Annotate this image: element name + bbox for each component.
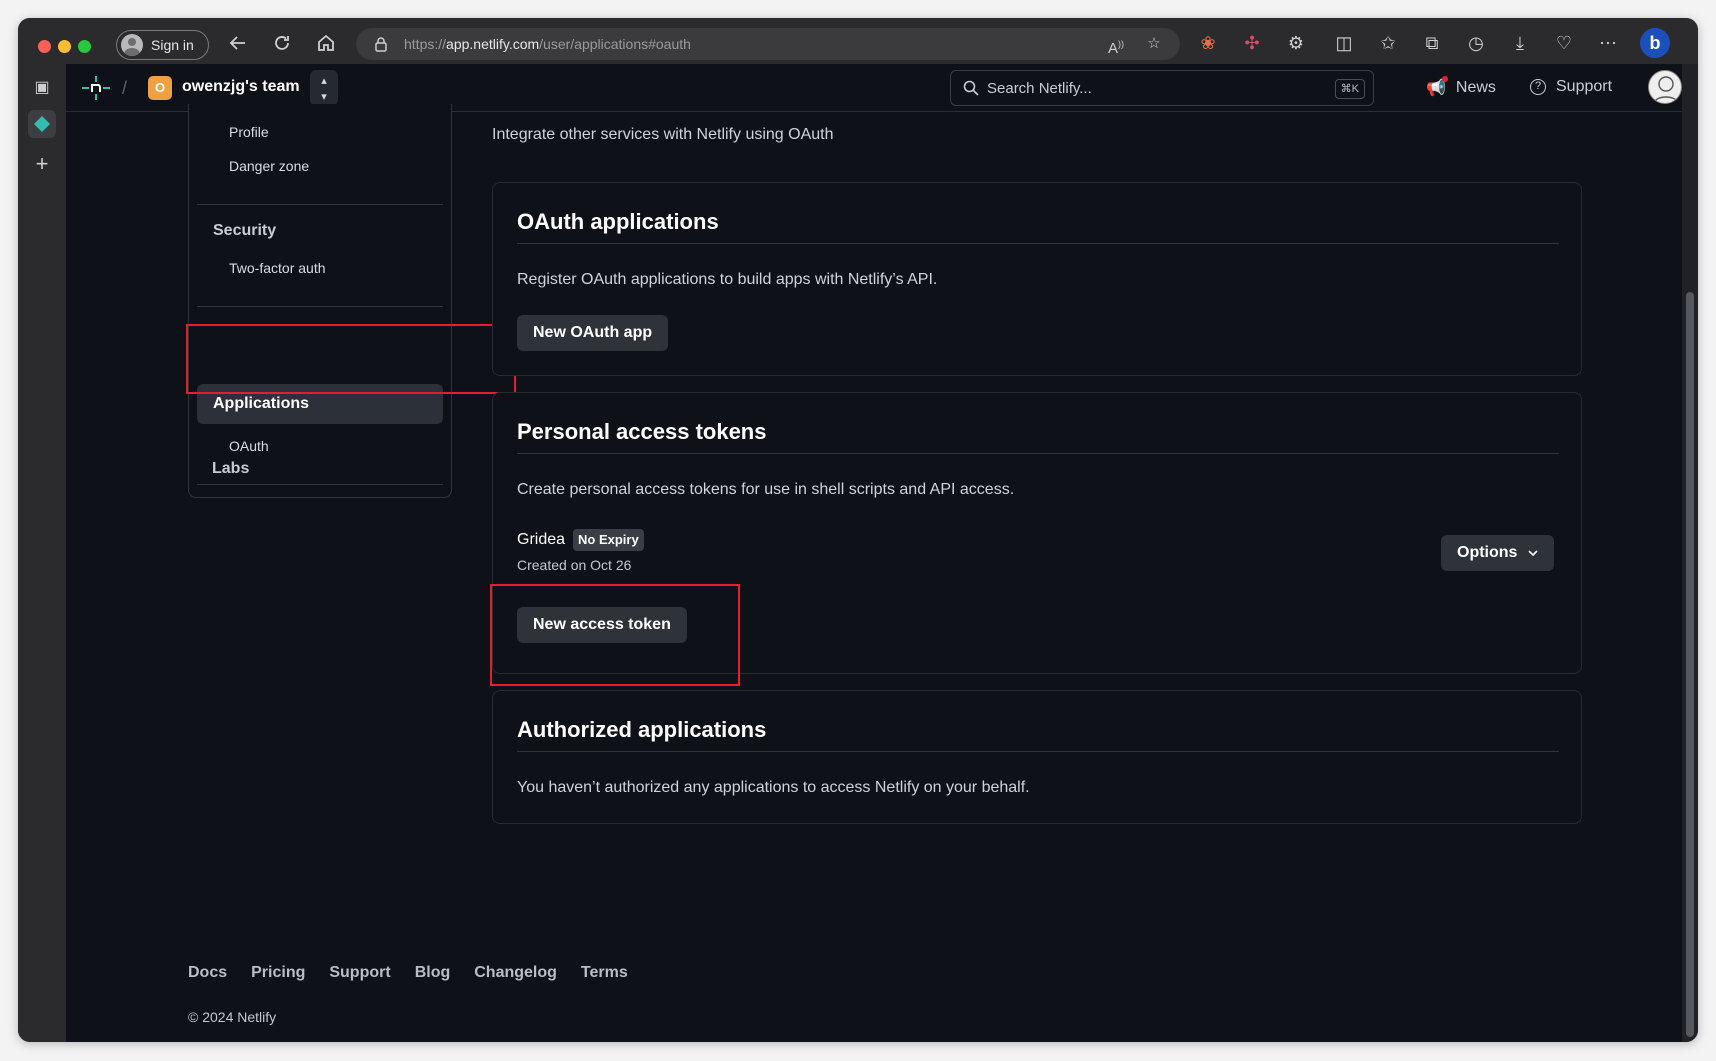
netlify-logo-icon[interactable] bbox=[80, 74, 112, 102]
search-input[interactable]: Search Netlify... ⌘K bbox=[950, 70, 1374, 106]
browser-essentials-icon[interactable]: ♡ bbox=[1552, 31, 1576, 55]
new-oauth-app-button[interactable]: New OAuth app bbox=[517, 315, 669, 351]
sidebar-divider bbox=[197, 484, 443, 485]
tab-actions-icon[interactable]: ▣ bbox=[28, 74, 56, 102]
annotation-highlight-applications bbox=[186, 324, 516, 394]
card-divider bbox=[517, 453, 1559, 454]
annotation-highlight-new-access-token bbox=[490, 584, 740, 686]
browser-window: Sign in https://app.netlify.com/user/app… bbox=[18, 18, 1698, 1042]
vertical-tab-strip: ▣ + bbox=[18, 64, 66, 1042]
footer-link-docs[interactable]: Docs bbox=[188, 964, 227, 982]
extensions-puzzle-icon[interactable]: ⚙ bbox=[1284, 31, 1308, 55]
user-avatar[interactable] bbox=[1648, 70, 1682, 104]
support-label: Support bbox=[1556, 78, 1613, 95]
sidebar-item-applications-label: Applications bbox=[213, 395, 310, 412]
close-window-button[interactable] bbox=[38, 40, 51, 53]
news-link[interactable]: 📢 News bbox=[1426, 76, 1496, 98]
token-expiry-badge: No Expiry bbox=[573, 529, 644, 551]
sidebar-item-labs[interactable]: Labs bbox=[212, 460, 249, 478]
personal-access-tokens-title: Personal access tokens bbox=[517, 419, 767, 444]
address-bar[interactable]: https://app.netlify.com/user/application… bbox=[356, 28, 1180, 60]
sign-in-label: Sign in bbox=[151, 37, 194, 53]
page-intro-text: Integrate other services with Netlify us… bbox=[492, 126, 834, 143]
help-circle-icon: ? bbox=[1530, 79, 1546, 95]
card-divider bbox=[517, 243, 1559, 244]
sidebar-divider bbox=[197, 306, 443, 307]
authorized-applications-card: Authorized applications You haven’t auth… bbox=[492, 690, 1582, 824]
page-scrollbar[interactable] bbox=[1682, 64, 1698, 1042]
support-link[interactable]: ? Support bbox=[1530, 78, 1612, 96]
chevron-down-icon bbox=[1528, 550, 1538, 557]
page-viewport: / O owenzjg's team ▴ ▾ Search Netlify... … bbox=[66, 64, 1682, 1042]
profile-avatar-icon bbox=[121, 34, 143, 56]
authorized-applications-description: You haven’t authorized any applications … bbox=[517, 779, 1030, 796]
footer-links: Docs Pricing Support Blog Changelog Term… bbox=[188, 964, 628, 982]
extension-tools-icon[interactable]: ✣ bbox=[1240, 31, 1264, 55]
team-avatar[interactable]: O bbox=[148, 76, 172, 100]
sidebar-item-security[interactable]: Security bbox=[213, 222, 276, 240]
sidebar-item-oauth[interactable]: OAuth bbox=[229, 438, 269, 454]
breadcrumb-separator: / bbox=[122, 78, 128, 98]
extension-icon[interactable]: ❀ bbox=[1196, 31, 1220, 55]
read-aloud-icon[interactable]: A)) bbox=[1104, 32, 1128, 57]
search-placeholder: Search Netlify... bbox=[987, 79, 1092, 97]
more-options-icon[interactable]: ⋯ bbox=[1596, 31, 1620, 55]
new-tab-plus-icon[interactable]: + bbox=[28, 150, 56, 178]
sidebar-divider bbox=[197, 204, 443, 205]
team-name[interactable]: owenzjg's team bbox=[182, 78, 300, 96]
netlify-tab-icon[interactable] bbox=[28, 110, 56, 138]
maximize-window-button[interactable] bbox=[78, 40, 91, 53]
token-options-label: Options bbox=[1457, 544, 1518, 561]
footer-copyright: © 2024 Netlify bbox=[188, 1009, 277, 1025]
copilot-icon[interactable]: b bbox=[1640, 28, 1670, 58]
footer-link-support[interactable]: Support bbox=[329, 964, 390, 982]
authorized-applications-title: Authorized applications bbox=[517, 717, 767, 742]
sidebar-item-profile[interactable]: Profile bbox=[229, 124, 269, 140]
history-icon[interactable]: ◷ bbox=[1464, 31, 1488, 55]
settings-sidebar: Profile Danger zone Security Two-factor … bbox=[188, 104, 452, 498]
footer-link-terms[interactable]: Terms bbox=[581, 964, 628, 982]
card-divider bbox=[517, 751, 1559, 752]
sidebar-item-two-factor-auth[interactable]: Two-factor auth bbox=[229, 260, 326, 276]
search-icon bbox=[963, 80, 979, 96]
news-label: News bbox=[1455, 79, 1496, 96]
sign-in-button[interactable]: Sign in bbox=[116, 30, 209, 60]
search-shortcut-badge: ⌘K bbox=[1334, 79, 1365, 99]
token-options-button[interactable]: Options bbox=[1441, 535, 1554, 571]
oauth-applications-description: Register OAuth applications to build app… bbox=[517, 271, 938, 288]
reload-icon[interactable] bbox=[270, 31, 294, 55]
footer-link-changelog[interactable]: Changelog bbox=[474, 964, 557, 982]
footer-link-pricing[interactable]: Pricing bbox=[251, 964, 305, 982]
megaphone-icon: 📢 bbox=[1426, 76, 1448, 98]
home-icon[interactable] bbox=[314, 31, 338, 55]
collections-icon[interactable]: ⧉ bbox=[1420, 31, 1444, 55]
personal-access-tokens-description: Create personal access tokens for use in… bbox=[517, 481, 1015, 498]
oauth-applications-card: OAuth applications Register OAuth applic… bbox=[492, 182, 1582, 376]
favorites-icon[interactable]: ✩ bbox=[1376, 31, 1400, 55]
favorite-star-icon[interactable]: ☆ bbox=[1142, 32, 1166, 56]
team-switcher-chevron-icon[interactable]: ▴ ▾ bbox=[310, 70, 338, 106]
sidebar-item-danger-zone[interactable]: Danger zone bbox=[229, 158, 309, 174]
footer-link-blog[interactable]: Blog bbox=[415, 964, 451, 982]
oauth-applications-title: OAuth applications bbox=[517, 209, 719, 234]
token-name: Gridea bbox=[517, 531, 566, 548]
split-screen-icon[interactable]: ◫ bbox=[1332, 31, 1356, 55]
back-arrow-icon[interactable] bbox=[226, 31, 250, 55]
url-text: https://app.netlify.com/user/application… bbox=[404, 36, 691, 52]
browser-toolbar: Sign in https://app.netlify.com/user/app… bbox=[18, 18, 1698, 64]
token-created-date: Created on Oct 26 bbox=[517, 557, 632, 573]
downloads-icon[interactable]: ⤓ bbox=[1508, 31, 1532, 55]
minimize-window-button[interactable] bbox=[58, 40, 71, 53]
lock-icon bbox=[375, 37, 387, 52]
scrollbar-thumb[interactable] bbox=[1686, 292, 1694, 1037]
